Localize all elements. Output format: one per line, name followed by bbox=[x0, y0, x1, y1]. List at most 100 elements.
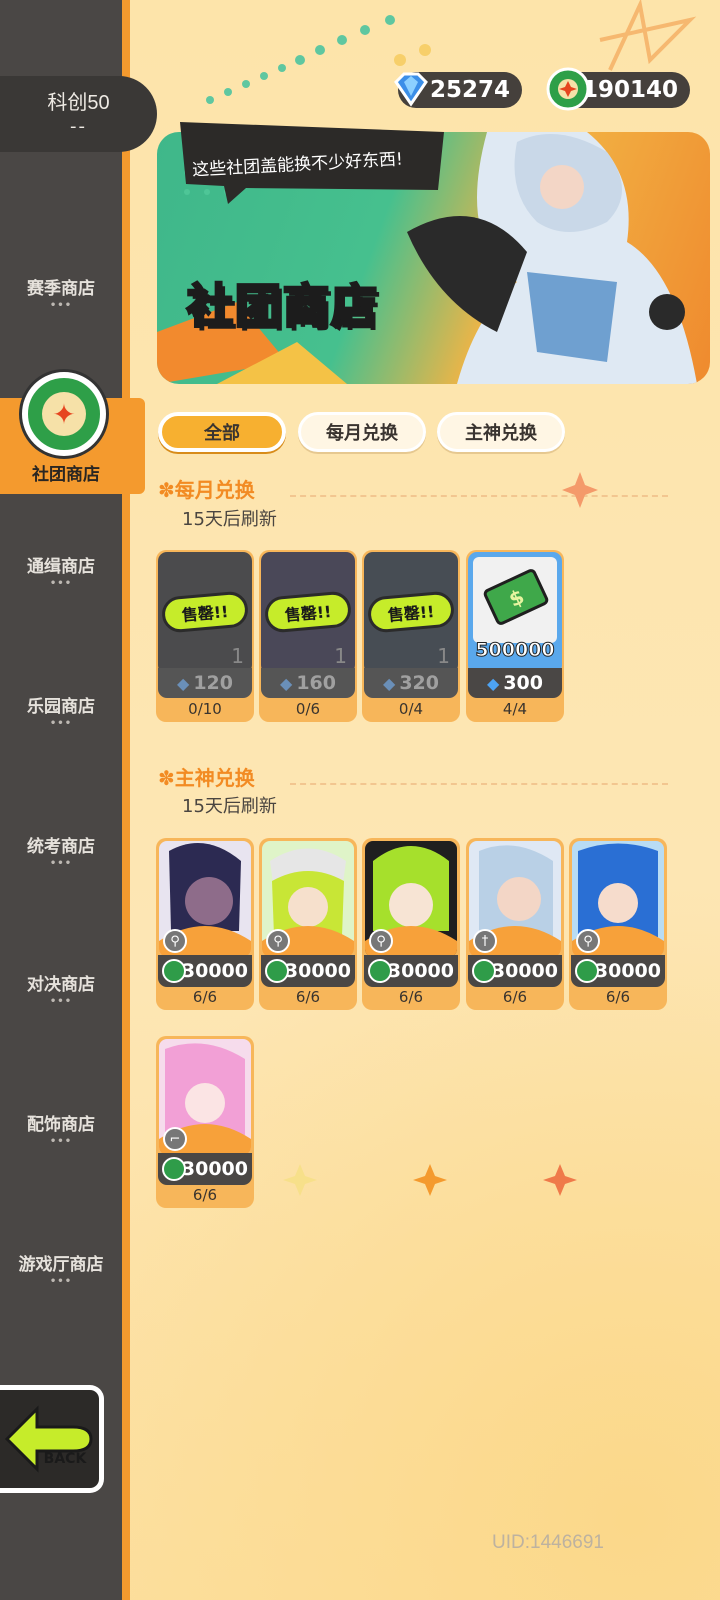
sidebar-item-label: 游戏厅商店 bbox=[18, 1254, 104, 1275]
key-icon: ⚲ bbox=[576, 929, 600, 953]
price-value: 30000 bbox=[181, 960, 248, 982]
item-stock: 6/6 bbox=[605, 988, 631, 1006]
item-image: 售罄!! 1 bbox=[261, 552, 355, 674]
diamond-icon: ◆ bbox=[383, 673, 396, 693]
diamond-icon bbox=[394, 72, 428, 107]
monthly-item-3[interactable]: 售罄!! 1 ◆ 320 0/4 bbox=[362, 550, 460, 722]
sidebar-item-park[interactable]: 乐园商店 ••• bbox=[0, 680, 122, 740]
flower-icon: ✽ bbox=[158, 766, 175, 790]
tab-gods[interactable]: 主神兑换 bbox=[437, 412, 565, 452]
item-qty: 1 bbox=[334, 644, 347, 668]
price-value: 120 bbox=[193, 672, 233, 694]
price-value: 30000 bbox=[594, 960, 661, 982]
user-id: UID:1446691 bbox=[492, 1532, 604, 1553]
club-cap-icon bbox=[162, 959, 186, 983]
hero-price: 30000 bbox=[261, 955, 355, 987]
hero-price: 30000 bbox=[364, 955, 458, 987]
more-dots: ••• bbox=[49, 1135, 73, 1147]
more-dots: ••• bbox=[49, 995, 73, 1007]
item-stock: 6/6 bbox=[398, 988, 424, 1006]
hero-portrait: ⌐ bbox=[159, 1039, 251, 1155]
section-divider bbox=[290, 783, 668, 785]
key-icon: ⚲ bbox=[266, 929, 290, 953]
god-item-6[interactable]: ⌐ 30000 6/6 bbox=[156, 1036, 254, 1208]
price-value: 320 bbox=[399, 672, 439, 694]
god-item-4[interactable]: † 30000 6/6 bbox=[466, 838, 564, 1010]
gem-amount: 25274 bbox=[429, 77, 510, 103]
item-stock: 4/4 bbox=[502, 700, 528, 718]
sidebar-item-arcade[interactable]: 游戏厅商店 ••• bbox=[0, 1238, 122, 1298]
more-dots: ••• bbox=[49, 857, 73, 869]
token-balance: 190140 bbox=[546, 67, 690, 111]
more-dots: ••• bbox=[49, 577, 73, 589]
tab-all[interactable]: 全部 bbox=[158, 412, 286, 452]
sidebar-item-exam[interactable]: 统考商店 ••• bbox=[0, 820, 122, 880]
monthly-item-4[interactable]: $ 500000 ◆ 300 4/4 bbox=[466, 550, 564, 722]
soldout-badge: 售罄!! bbox=[160, 590, 250, 634]
back-arrow-icon: BACK bbox=[4, 1405, 93, 1473]
club-cap-badge: ✦ bbox=[22, 372, 106, 456]
item-image: 售罄!! 1 bbox=[158, 552, 252, 674]
sidebar bbox=[0, 0, 130, 1600]
item-image: $ 500000 bbox=[468, 552, 562, 674]
sidebar-item-duel[interactable]: 对决商店 ••• bbox=[0, 958, 122, 1018]
monthly-item-2[interactable]: 售罄!! 1 ◆ 160 0/6 bbox=[259, 550, 357, 722]
tab-monthly[interactable]: 每月兑换 bbox=[298, 412, 426, 452]
god-item-5[interactable]: ⚲ 30000 6/6 bbox=[569, 838, 667, 1010]
more-dots: ••• bbox=[49, 1275, 73, 1287]
sidebar-item-label: 乐园商店 bbox=[27, 696, 95, 717]
sidebar-item-label: 对决商店 bbox=[27, 974, 95, 995]
item-stock: 6/6 bbox=[295, 988, 321, 1006]
banner-title: 社团商店 bbox=[186, 278, 379, 335]
sidebar-item-label: 配饰商店 bbox=[27, 1114, 95, 1135]
item-stock: 0/4 bbox=[398, 700, 424, 718]
sidebar-item-label: 赛季商店 bbox=[27, 278, 95, 299]
club-cap-icon bbox=[368, 959, 392, 983]
hero-portrait: ⚲ bbox=[572, 841, 664, 957]
item-price: ◆ 120 bbox=[158, 668, 252, 698]
player-subtitle: -- bbox=[70, 116, 87, 137]
soldout-badge: 售罄!! bbox=[263, 590, 353, 634]
item-stock: 0/6 bbox=[295, 700, 321, 718]
item-qty: 1 bbox=[437, 644, 450, 668]
back-button[interactable]: BACK bbox=[0, 1385, 104, 1493]
item-stock: 6/6 bbox=[502, 988, 528, 1006]
item-price: ◆ 300 bbox=[468, 668, 562, 698]
price-value: 30000 bbox=[181, 1158, 248, 1180]
sidebar-item-label: 统考商店 bbox=[27, 836, 95, 857]
god-item-3[interactable]: ⚲ 30000 6/6 bbox=[362, 838, 460, 1010]
key-icon: ⚲ bbox=[163, 929, 187, 953]
monthly-item-1[interactable]: 售罄!! 1 ◆ 120 0/10 bbox=[156, 550, 254, 722]
diamond-icon: ◆ bbox=[177, 673, 190, 693]
sidebar-item-club[interactable]: ✦ 社团商店 bbox=[0, 372, 145, 494]
key-icon: ⚲ bbox=[369, 929, 393, 953]
diamond-icon: ◆ bbox=[280, 673, 293, 693]
item-stock: 0/10 bbox=[188, 700, 222, 718]
sidebar-item-label: 社团商店 bbox=[32, 465, 100, 485]
club-cap-icon bbox=[546, 67, 590, 111]
sidebar-item-season[interactable]: 赛季商店 ••• bbox=[0, 262, 122, 322]
price-value: 300 bbox=[503, 672, 543, 694]
hero-portrait: ⚲ bbox=[262, 841, 354, 957]
diamond-icon: ◆ bbox=[487, 673, 500, 693]
price-value: 30000 bbox=[491, 960, 558, 982]
sword-icon: † bbox=[473, 929, 497, 953]
item-stock: 6/6 bbox=[192, 988, 218, 1006]
club-cap-icon bbox=[575, 959, 599, 983]
gods-refresh: 15天后刷新 bbox=[182, 796, 277, 817]
item-price: ◆ 160 bbox=[261, 668, 355, 698]
back-label: BACK bbox=[43, 1451, 87, 1467]
more-dots: ••• bbox=[49, 717, 73, 729]
sidebar-item-wanted[interactable]: 通缉商店 ••• bbox=[0, 540, 122, 600]
player-card[interactable]: 科创50 -- bbox=[0, 76, 157, 152]
cash-icon: $ bbox=[483, 569, 549, 625]
sidebar-item-label: 通缉商店 bbox=[27, 556, 95, 577]
god-item-2[interactable]: ⚲ 30000 6/6 bbox=[259, 838, 357, 1010]
sparkle-icon bbox=[562, 472, 598, 508]
gods-section-title: ✽主神兑换 bbox=[158, 762, 255, 791]
soldout-badge: 售罄!! bbox=[366, 590, 456, 634]
sidebar-item-accessory[interactable]: 配饰商店 ••• bbox=[0, 1098, 122, 1158]
monthly-title-text: 每月兑换 bbox=[174, 478, 255, 502]
item-qty: 1 bbox=[231, 644, 244, 668]
god-item-1[interactable]: ⚲ 30000 6/6 bbox=[156, 838, 254, 1010]
